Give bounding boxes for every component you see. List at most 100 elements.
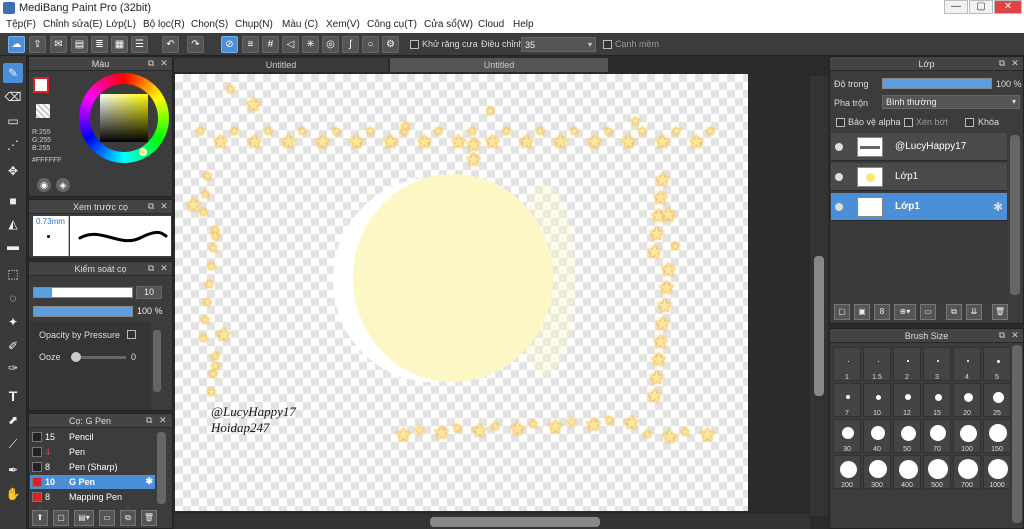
radial-snap-icon[interactable]: ✳	[302, 36, 319, 53]
brush-size-option[interactable]: 70	[923, 419, 951, 453]
popout-icon[interactable]: ⧉	[997, 330, 1007, 341]
adjust-select[interactable]: 35 ▾	[521, 37, 596, 52]
menu-filter[interactable]: Bộ lọc(R)	[143, 19, 185, 30]
protect-alpha-checkbox[interactable]	[836, 118, 845, 127]
layer-row[interactable]: @LucyHappy17	[831, 133, 1007, 161]
opacity-pressure-checkbox[interactable]	[127, 330, 136, 339]
grid-icon[interactable]: ▦	[111, 36, 128, 53]
new-8bit-layer-icon[interactable]: 8	[874, 304, 890, 320]
brush-menu-icon[interactable]: ▤▾	[74, 510, 94, 526]
saturation-square[interactable]	[100, 94, 148, 142]
menu-select[interactable]: Chọn(S)	[191, 19, 228, 30]
soft-edge-checkbox[interactable]	[603, 40, 612, 49]
close-icon[interactable]: ✕	[159, 201, 169, 212]
close-button[interactable]: ✕	[994, 0, 1022, 14]
brush-size-option[interactable]: 100	[953, 419, 981, 453]
new-halftone-layer-icon[interactable]: ▣	[854, 304, 870, 320]
eye-icon[interactable]	[835, 173, 843, 181]
drawing-canvas[interactable]: ★ ★ ★ ★ ★ ★ ★ ★ ★ ★ ★ ★ ★ ★ ★ ★ ★ ★ ★ ★ ★ ★ ★ ★ ★ ★ ★ ★ ★ ★ ★ ★ ★ ★ ★ ★ ★ ★ ★ ★…	[175, 74, 748, 511]
layer-opacity-slider[interactable]	[882, 78, 992, 89]
add-layer-menu-icon[interactable]: ⊕▾	[894, 304, 916, 320]
brush-size-option[interactable]: 3	[923, 347, 951, 381]
text-tool-icon[interactable]: T	[3, 386, 23, 406]
brush-list-scrollbar[interactable]	[157, 432, 166, 504]
brush-size-value[interactable]: 10	[136, 286, 162, 299]
brush-size-option[interactable]: 500	[923, 455, 951, 489]
menu-layer[interactable]: Lớp(L)	[106, 19, 136, 30]
layer-row-selected[interactable]: Lớp1 ✱	[831, 193, 1007, 221]
menu-view[interactable]: Xem(V)	[326, 19, 360, 30]
brush-size-option[interactable]: 5	[983, 347, 1011, 381]
brush-options-scrollbar[interactable]	[153, 330, 161, 392]
brush-size-option[interactable]: 1000	[983, 455, 1011, 489]
lasso-icon[interactable]: ◌	[3, 288, 23, 308]
menu-help[interactable]: Help	[513, 19, 534, 30]
menu-icon[interactable]: ☰	[131, 36, 148, 53]
ooze-handle[interactable]	[71, 352, 81, 362]
magic-wand-icon[interactable]: ✦	[3, 312, 23, 332]
close-icon[interactable]: ✕	[1010, 330, 1020, 341]
popout-icon[interactable]: ⧉	[146, 263, 156, 274]
brush-size-scrollbar[interactable]	[1012, 345, 1022, 523]
palette-add-icon[interactable]: ◈	[56, 178, 70, 192]
brush-tool-icon[interactable]: ✎	[3, 63, 23, 83]
minimize-button[interactable]: —	[944, 0, 968, 14]
layer-row[interactable]: Lớp1	[831, 163, 1007, 191]
brush-item-pen-sharp[interactable]: 8 Pen (Sharp)	[30, 460, 155, 474]
divide-tool-icon[interactable]: ⟋	[3, 434, 23, 454]
brush-size-option[interactable]: 50	[893, 419, 921, 453]
brush-size-option[interactable]: 30	[833, 419, 861, 453]
cloud-icon[interactable]: ☁	[8, 36, 25, 53]
close-icon[interactable]: ✕	[1010, 58, 1020, 69]
select-pen-icon[interactable]: ✐	[3, 336, 23, 356]
gear-icon[interactable]: ✱	[145, 476, 153, 487]
menu-cloud[interactable]: Cloud	[478, 19, 504, 30]
brush-item-pen[interactable]: 4 Pen	[30, 445, 155, 459]
transparent-color-swatch[interactable]	[36, 104, 50, 118]
brush-size-option[interactable]: 25	[983, 383, 1011, 417]
fill-rect-tool-icon[interactable]: ■	[3, 191, 23, 211]
popout-icon[interactable]: ⧉	[997, 58, 1007, 69]
undo-icon[interactable]: ↶	[162, 36, 179, 53]
redo-icon[interactable]: ↷	[187, 36, 204, 53]
list-icon[interactable]: ≣	[91, 36, 108, 53]
brush-size-option[interactable]: 150	[983, 419, 1011, 453]
brush-size-option[interactable]: 700	[953, 455, 981, 489]
cross-snap-icon[interactable]: #	[262, 36, 279, 53]
close-icon[interactable]: ✕	[159, 263, 169, 274]
gear-icon[interactable]: ⚙	[382, 36, 399, 53]
popout-icon[interactable]: ⧉	[146, 201, 156, 212]
ellipse-snap-icon[interactable]: ○	[362, 36, 379, 53]
close-icon[interactable]: ✕	[159, 415, 169, 426]
share-icon[interactable]: ⇪	[29, 36, 46, 53]
brush-size-option[interactable]: 1	[833, 347, 861, 381]
brush-size-option[interactable]: 15	[923, 383, 951, 417]
folder-icon[interactable]: ▭	[99, 510, 115, 526]
palette-icon[interactable]: ◉	[37, 178, 51, 192]
opacity-slider[interactable]	[33, 306, 133, 317]
comment-icon[interactable]: ✉	[50, 36, 67, 53]
vanishing-snap-icon[interactable]: ◁	[282, 36, 299, 53]
brush-size-option[interactable]: 300	[863, 455, 891, 489]
tab-untitled-2[interactable]: Untitled	[390, 58, 608, 72]
antialias-checkbox[interactable]	[410, 40, 419, 49]
circle-snap-icon[interactable]: ◎	[322, 36, 339, 53]
parallel-snap-icon[interactable]: ≡	[242, 36, 259, 53]
bucket-tool-icon[interactable]: ◭	[3, 214, 23, 234]
brush-size-option[interactable]: 20	[953, 383, 981, 417]
eyedropper-icon[interactable]: ✒	[3, 460, 23, 480]
menu-edit[interactable]: Chỉnh sửa(E)	[43, 19, 103, 30]
primary-color-swatch[interactable]	[33, 77, 49, 93]
brush-size-option[interactable]: 1.5	[863, 347, 891, 381]
new-layer-icon[interactable]: ▢	[834, 304, 850, 320]
popout-icon[interactable]: ⧉	[146, 58, 156, 69]
menu-file[interactable]: Tệp(F)	[6, 19, 36, 30]
brush-size-option[interactable]: 4	[953, 347, 981, 381]
tab-untitled-1[interactable]: Untitled	[174, 58, 388, 72]
brush-size-option[interactable]: 10	[863, 383, 891, 417]
gear-icon[interactable]: ✱	[993, 200, 1003, 214]
brush-size-slider[interactable]	[33, 287, 133, 298]
layer-scrollbar[interactable]	[1010, 135, 1020, 295]
delete-layer-icon[interactable]: 🗑	[992, 304, 1008, 320]
brush-item-g-pen[interactable]: 10 G Pen ✱	[30, 475, 155, 489]
